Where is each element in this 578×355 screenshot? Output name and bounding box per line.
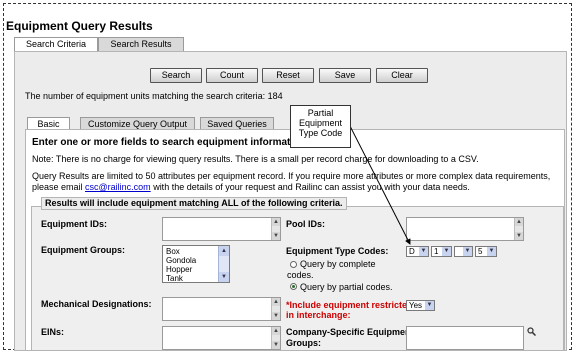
partial-type-code-callout: Partial Equipment Type Code (290, 105, 351, 148)
callout-line: Equipment (298, 118, 343, 128)
callout-line: Type Code (298, 128, 343, 138)
callout-line: Partial (307, 108, 334, 118)
callout-arrow (349, 125, 411, 245)
